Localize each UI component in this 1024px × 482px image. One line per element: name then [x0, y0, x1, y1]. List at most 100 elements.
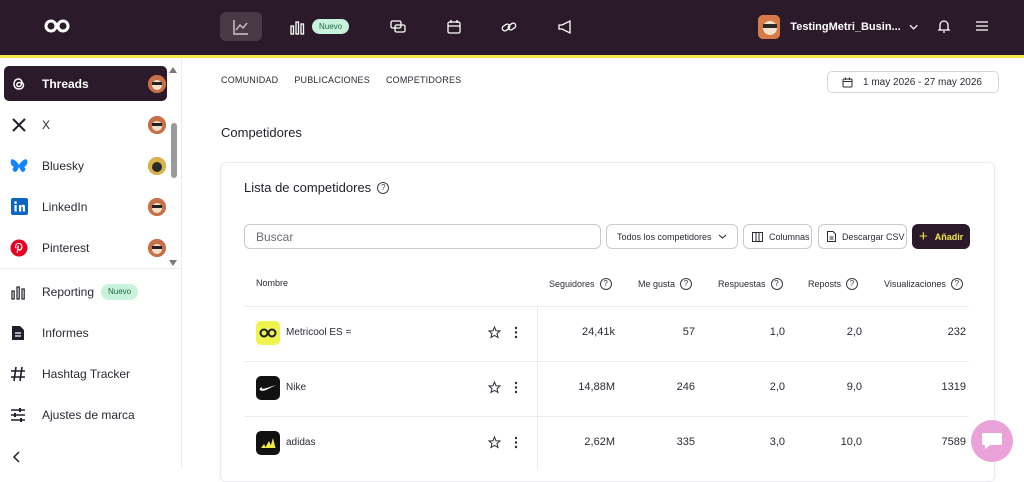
menu-icon[interactable] [975, 19, 989, 38]
sidebar-item-hashtag-tracker[interactable]: Hashtag Tracker [0, 359, 182, 389]
more-options-icon[interactable] [514, 326, 518, 339]
cell-me-gusta: 57 [682, 326, 695, 338]
scroll-up-arrow-icon[interactable] [169, 67, 177, 73]
megaphone-icon[interactable] [544, 12, 586, 41]
competitor-name[interactable]: adidas [286, 437, 315, 448]
help-icon[interactable]: ? [377, 181, 390, 194]
calendar-icon[interactable] [433, 12, 475, 41]
chevron-down-icon [909, 24, 918, 30]
competitor-name[interactable]: Metricool ES = [286, 327, 351, 338]
nuevo-badge: Nuevo [101, 284, 139, 300]
competitor-filter-select[interactable]: Todos los competidores [606, 224, 738, 249]
account-name: TestingMetri_Busin... [790, 21, 901, 33]
collapse-sidebar-icon[interactable] [11, 450, 21, 469]
chat-bubble-icon [982, 433, 1002, 449]
help-icon[interactable]: ? [846, 278, 859, 290]
scroll-down-arrow-icon[interactable] [169, 260, 177, 266]
more-options-icon[interactable] [514, 381, 518, 394]
chat-support-button[interactable] [971, 420, 1013, 462]
table-row[interactable]: Metricool ES = 24,41k 57 1,0 2,0 232 [244, 306, 969, 360]
tab-publicaciones[interactable]: PUBLICACIONES [294, 75, 370, 85]
sidebar-item-informes[interactable]: Informes [0, 318, 182, 348]
star-icon[interactable] [488, 436, 501, 449]
account-switcher[interactable]: TestingMetri_Busin... [758, 15, 918, 39]
cell-reposts: 10,0 [840, 436, 862, 448]
cell-reposts: 2,0 [846, 326, 862, 338]
linkedin-icon [9, 197, 29, 217]
column-header-nombre[interactable]: Nombre [256, 278, 288, 288]
filter-selected-value: Todos los competidores [617, 231, 712, 242]
column-header-reposts[interactable]: Reposts? [808, 278, 859, 290]
file-icon [827, 231, 836, 242]
column-header-respuestas[interactable]: Respuestas? [718, 278, 783, 290]
star-icon[interactable] [488, 326, 501, 339]
hashtag-icon [9, 365, 27, 383]
sidebar-item-linkedin[interactable]: LinkedIn [4, 189, 167, 224]
add-competitor-button[interactable]: + Añadir [912, 224, 970, 249]
download-button-label: Descargar CSV [842, 231, 905, 242]
tab-comunidad[interactable]: COMUNIDAD [221, 75, 278, 85]
bell-icon[interactable] [936, 18, 952, 39]
sidebar-item-label: Reporting [42, 285, 95, 299]
cell-visualizaciones: 7589 [941, 436, 966, 448]
sidebar-item-bluesky[interactable]: Bluesky [4, 148, 167, 183]
sidebar-divider [0, 268, 181, 269]
tab-competidores[interactable]: COMPETIDORES [386, 75, 461, 85]
cell-visualizaciones: 232 [947, 326, 966, 338]
chevron-down-icon [718, 234, 727, 239]
avatar [148, 238, 166, 257]
help-icon[interactable]: ? [680, 278, 693, 290]
plus-icon: + [919, 228, 928, 245]
date-range-text: 1 may 2026 - 27 may 2026 [863, 76, 982, 88]
cell-respuestas: 2,0 [769, 381, 785, 393]
document-icon [9, 324, 27, 342]
metricool-logo-icon[interactable] [44, 17, 70, 35]
column-header-visualizaciones[interactable]: Visualizaciones? [884, 278, 963, 290]
star-icon[interactable] [488, 381, 501, 394]
search-input[interactable] [244, 224, 601, 249]
add-button-label: Añadir [934, 231, 964, 242]
download-csv-button[interactable]: Descargar CSV [818, 224, 907, 249]
calendar-icon [842, 77, 853, 87]
metricool-logo-icon [256, 321, 280, 345]
sidebar-item-label: Bluesky [42, 158, 85, 173]
column-header-label: Reposts [808, 279, 842, 289]
column-header-seguidores[interactable]: Seguidores? [549, 278, 612, 290]
sidebar-item-label: LinkedIn [42, 199, 88, 214]
cell-seguidores: 2,62M [584, 436, 615, 448]
avatar [148, 156, 166, 175]
cell-respuestas: 1,0 [769, 326, 785, 338]
cell-visualizaciones: 1319 [941, 381, 966, 393]
threads-icon [9, 74, 29, 94]
help-icon[interactable]: ? [770, 278, 783, 290]
sidebar-item-label: X [42, 117, 51, 132]
sidebar-item-threads[interactable]: Threads [4, 66, 167, 101]
column-header-label: Respuestas [718, 279, 766, 289]
date-range-picker[interactable]: 1 may 2026 - 27 may 2026 [827, 71, 999, 93]
help-icon[interactable]: ? [950, 278, 963, 290]
sidebar-item-label: Ajustes de marca [42, 408, 135, 422]
sidebar-scrollbar[interactable] [171, 123, 177, 178]
sidebar-item-pinterest[interactable]: Pinterest [4, 230, 167, 265]
more-options-icon[interactable] [514, 436, 518, 449]
x-icon [9, 115, 29, 135]
link-icon[interactable] [488, 12, 530, 41]
column-header-me-gusta[interactable]: Me gusta? [638, 278, 693, 290]
analytics-icon[interactable] [220, 12, 262, 41]
inbox-chat-icon[interactable] [377, 12, 419, 41]
nuevo-badge: Nuevo [312, 19, 350, 34]
table-row[interactable]: Nike 14,88M 246 2,0 9,0 1319 [244, 361, 969, 415]
card-title: Lista de competidores ? [244, 180, 390, 195]
columns-button[interactable]: Columnas [743, 224, 812, 249]
table-row[interactable]: adidas 2,62M 335 3,0 10,0 7589 [244, 416, 969, 470]
bluesky-butterfly-icon [9, 156, 29, 176]
sidebar-item-label: Hashtag Tracker [42, 367, 131, 381]
competitor-name[interactable]: Nike [286, 382, 306, 393]
reporting-bars-icon [9, 283, 27, 301]
columns-icon [752, 231, 763, 242]
help-icon[interactable]: ? [599, 278, 612, 290]
sidebar-item-ajustes-de-marca[interactable]: Ajustes de marca [0, 400, 182, 430]
sidebar-item-reporting[interactable]: Reporting [0, 277, 182, 307]
sidebar-item-x[interactable]: X [4, 107, 167, 142]
column-header-label: Seguidores [549, 279, 595, 289]
